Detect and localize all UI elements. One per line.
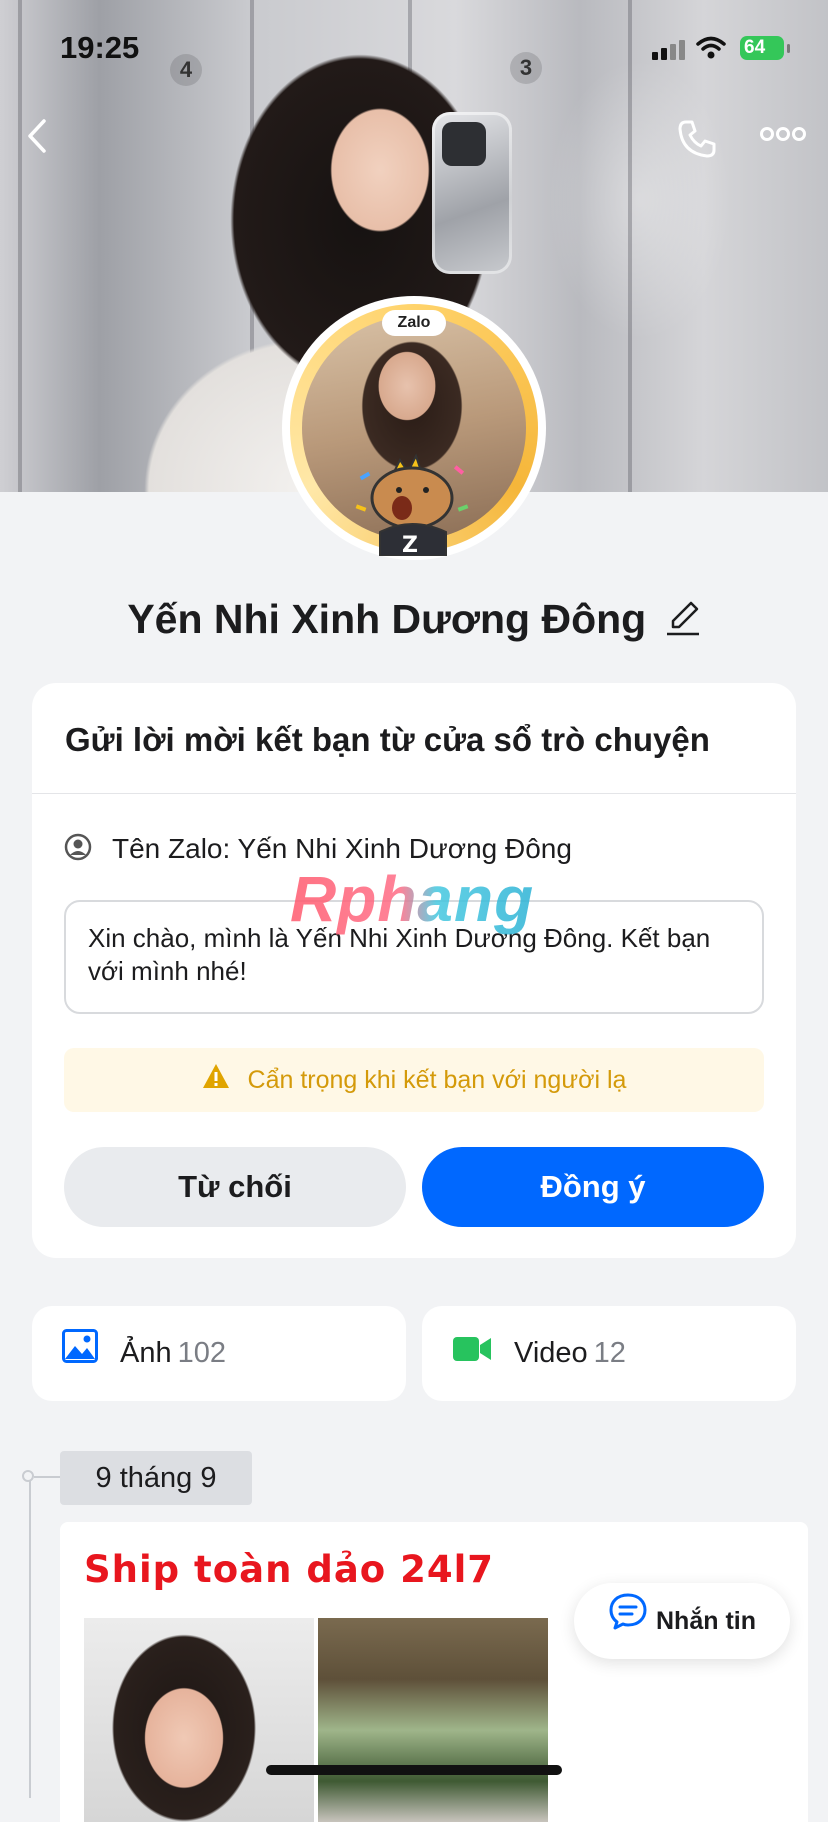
- profile-name: Yến Nhi Xinh Dương Đông: [127, 596, 647, 642]
- timeline-dot: [22, 1470, 34, 1482]
- cellular-signal-icon: [652, 40, 688, 60]
- post-image[interactable]: [318, 1618, 548, 1822]
- more-horizontal-icon: [760, 127, 806, 141]
- user-circle-icon: [64, 833, 92, 868]
- divider: [32, 793, 796, 794]
- more-options-button[interactable]: [760, 126, 806, 147]
- phone-in-photo: [432, 112, 512, 274]
- friend-request-card: Gửi lời mời kết bạn từ cửa sổ trò chuyện…: [32, 683, 796, 1258]
- capybara-mascot-icon: Z: [355, 453, 469, 556]
- stranger-warning: Cẩn trọng khi kết bạn với người lạ: [64, 1048, 764, 1112]
- timeline-line: [29, 1478, 31, 1798]
- timeline-date: 9 tháng 9: [60, 1451, 252, 1505]
- profile-name-row: Yến Nhi Xinh Dương Đông: [0, 596, 828, 643]
- phone-icon: [678, 120, 716, 158]
- accept-button[interactable]: Đồng ý: [422, 1147, 764, 1227]
- status-bar: 19:25 64: [0, 0, 828, 100]
- warning-icon: [202, 1049, 230, 1113]
- reject-button[interactable]: Từ chối: [64, 1147, 406, 1227]
- home-indicator[interactable]: [266, 1765, 562, 1775]
- post-image[interactable]: [84, 1618, 314, 1822]
- svg-text:Z: Z: [402, 533, 418, 556]
- videos-tile[interactable]: Video 12: [422, 1306, 796, 1401]
- image-icon: [62, 1307, 98, 1402]
- avatar[interactable]: Zalo Z: [282, 296, 546, 560]
- edit-name-button[interactable]: [665, 597, 701, 642]
- status-time: 19:25: [60, 30, 140, 65]
- video-camera-icon: [452, 1307, 492, 1402]
- warning-text: Cẩn trọng khi kết bạn với người lạ: [247, 1066, 627, 1094]
- watermark-logo: Rphang: [290, 863, 535, 935]
- photos-tile[interactable]: Ảnh 102: [32, 1306, 406, 1401]
- chat-bubble-icon: [608, 1584, 648, 1660]
- videos-count: 12: [593, 1337, 626, 1369]
- photos-label: Ảnh: [120, 1337, 172, 1369]
- card-title: Gửi lời mời kết bạn từ cửa sổ trò chuyện: [65, 721, 710, 758]
- zalo-name-text: Tên Zalo: Yến Nhi Xinh Dương Đông: [112, 833, 572, 864]
- timeline-post[interactable]: Ship toàn dảo 24l7: [60, 1522, 808, 1822]
- timeline-connector: [34, 1476, 60, 1478]
- pencil-icon: [666, 601, 699, 636]
- zalo-badge: Zalo: [382, 310, 446, 336]
- post-title: Ship toàn dảo 24l7: [84, 1548, 495, 1591]
- chevron-left-icon: [28, 119, 46, 153]
- wifi-icon: [696, 36, 726, 65]
- message-button-label: Nhắn tin: [656, 1607, 756, 1635]
- photos-count: 102: [177, 1337, 226, 1369]
- message-button[interactable]: Nhắn tin: [574, 1583, 790, 1659]
- back-button[interactable]: [26, 118, 48, 159]
- call-button[interactable]: [676, 118, 718, 165]
- battery-icon: 64: [740, 36, 790, 60]
- videos-label: Video: [514, 1337, 588, 1369]
